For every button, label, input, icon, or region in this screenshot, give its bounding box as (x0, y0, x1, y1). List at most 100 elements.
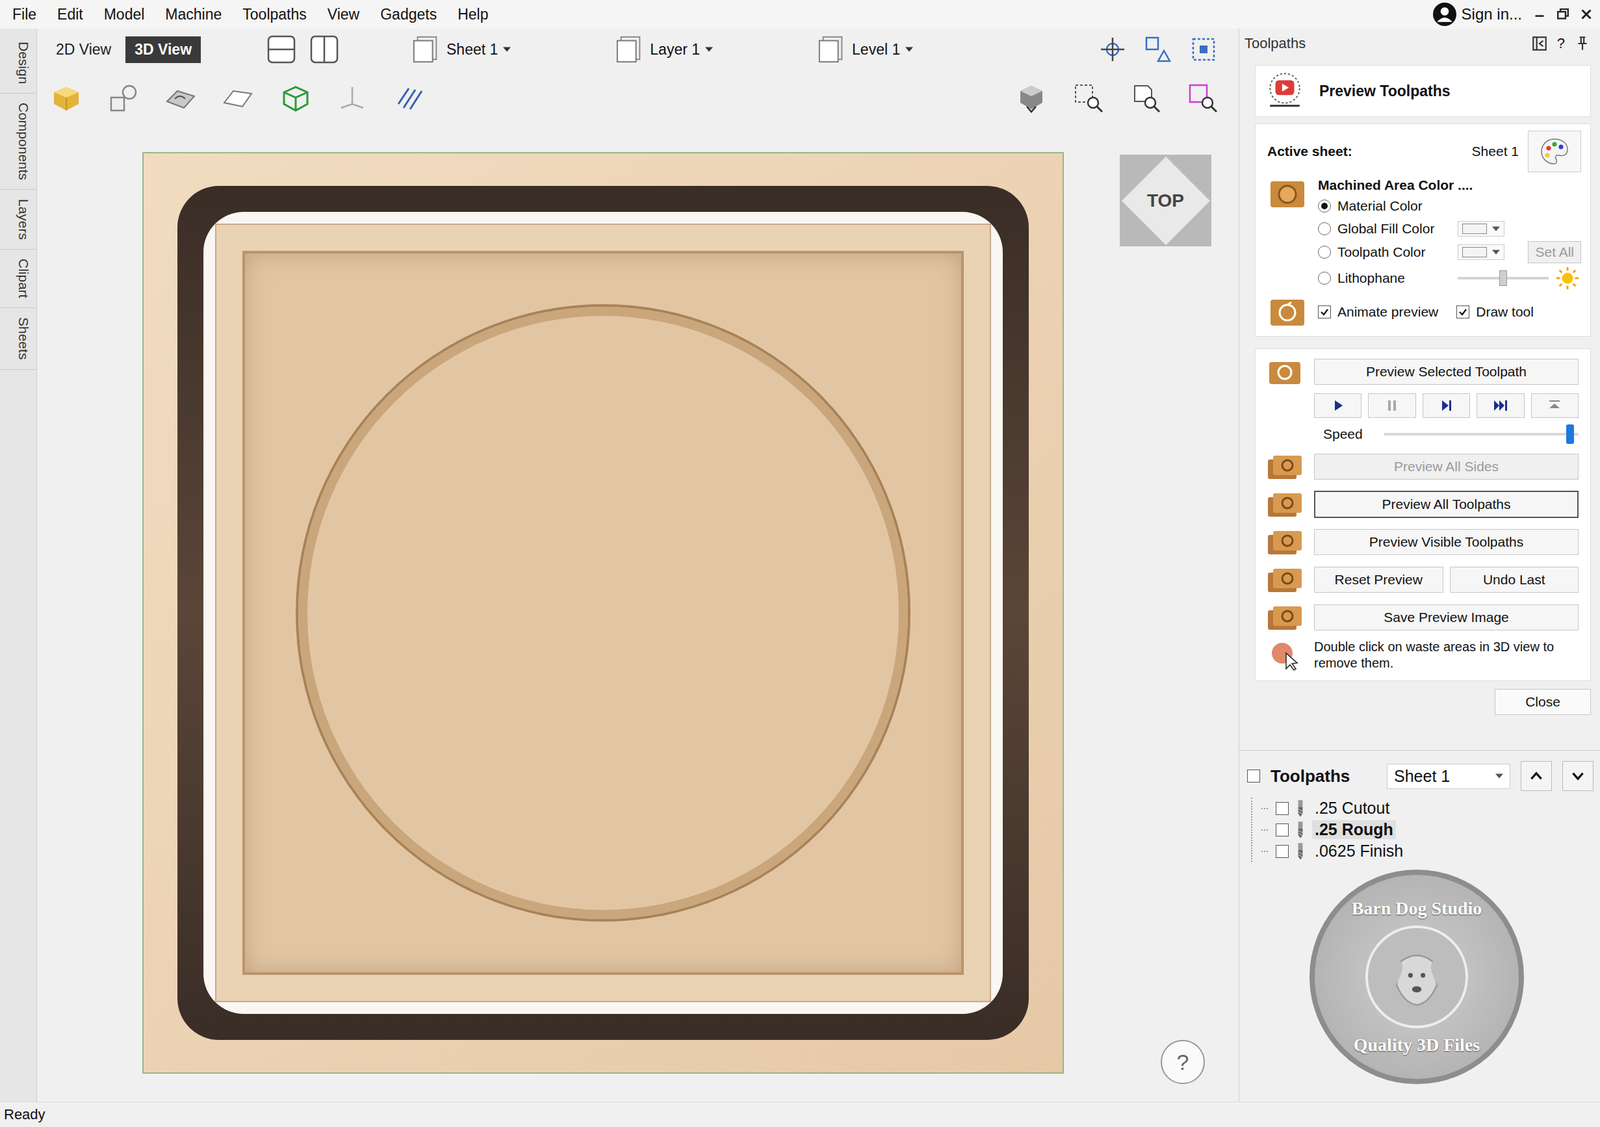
caret-icon (1492, 249, 1500, 255)
move-up-button[interactable] (1520, 761, 1552, 791)
side-tab[interactable]: Components (0, 93, 37, 190)
selector-dropdown[interactable]: Level 1 (816, 34, 914, 65)
color-option[interactable]: Material Color (1317, 195, 1582, 216)
close-button[interactable]: Close (1494, 688, 1591, 715)
restore-icon[interactable] (1554, 5, 1572, 23)
app-window: FileEditModelMachineToolpathsViewGadgets… (0, 0, 1600, 1127)
preview-selected-button[interactable]: Preview Selected Toolpath (1314, 358, 1579, 385)
zoom-box-icon[interactable] (1072, 81, 1105, 115)
preview-action-button[interactable]: Preview All Sides (1314, 453, 1579, 480)
radio-button[interactable] (1317, 271, 1331, 285)
menu-item[interactable]: Machine (156, 5, 234, 24)
help-button[interactable]: ? (1160, 1039, 1205, 1084)
menu-item[interactable]: View (319, 5, 372, 24)
playback-button[interactable] (1314, 393, 1362, 418)
carving-preview (142, 152, 1064, 1074)
lithophane-slider[interactable] (1457, 268, 1549, 288)
close-icon[interactable] (1577, 5, 1595, 23)
color-dropdown[interactable] (1457, 244, 1505, 260)
radio-button[interactable] (1317, 245, 1331, 259)
sheet-dropdown[interactable]: Sheet 1 (1386, 763, 1511, 789)
menu-item[interactable]: Toolpaths (233, 5, 319, 24)
menu-item[interactable]: Gadgets (371, 5, 450, 24)
side-tab[interactable]: Sheets (0, 308, 37, 370)
menu-item[interactable]: Help (449, 5, 501, 24)
playback-button[interactable] (1531, 393, 1579, 418)
preview-action-button[interactable]: Preview Visible Toolpaths (1314, 529, 1579, 555)
select-all-checkbox[interactable] (1247, 769, 1261, 783)
caret-icon (1492, 226, 1500, 232)
material-block-icon[interactable] (50, 81, 83, 115)
tool-bit-icon (1296, 820, 1305, 839)
wireframe-box-icon[interactable] (278, 81, 312, 115)
preview-settings-card: Active sheet:Sheet 1Machined Area Color … (1254, 123, 1591, 337)
playback-button[interactable] (1476, 393, 1524, 418)
preview-action-button[interactable]: Preview All Toolpaths (1314, 490, 1579, 518)
view-tab[interactable]: 3D View (125, 36, 201, 64)
plane-icon[interactable] (221, 81, 255, 115)
shapes-icon[interactable] (107, 81, 140, 115)
3d-canvas[interactable]: TOP? (37, 126, 1239, 1102)
sheet-icon (411, 34, 442, 65)
axis-icon[interactable] (335, 81, 369, 115)
minimize-icon[interactable] (1531, 5, 1549, 23)
preview-action-icon (1264, 525, 1305, 559)
radio-button[interactable] (1317, 222, 1331, 236)
panel-help-button[interactable]: ? (1557, 35, 1565, 52)
menu-bar: FileEditModelMachineToolpathsViewGadgets… (0, 0, 1600, 29)
caret-icon (1495, 773, 1504, 779)
color-option[interactable]: Lithophane (1317, 265, 1582, 291)
speed-slider[interactable] (1384, 423, 1579, 446)
view-cube[interactable]: TOP (1119, 154, 1212, 247)
color-dropdown[interactable] (1457, 220, 1505, 237)
sun-icon (1555, 265, 1580, 291)
side-tab[interactable]: Layers (0, 189, 37, 250)
playback-button[interactable] (1367, 393, 1416, 418)
sign-in-button[interactable]: Sign in... (1432, 2, 1523, 26)
caret-icon (503, 46, 511, 52)
toolpath-row[interactable]: .25 Cutout (1261, 797, 1594, 819)
side-tab[interactable]: Design (0, 32, 37, 94)
move-down-button[interactable] (1562, 761, 1594, 791)
view-tab[interactable]: 2D View (46, 36, 121, 64)
tick-icon (1457, 306, 1469, 318)
toolpath-checkbox[interactable] (1275, 844, 1289, 858)
preview-action-button[interactable]: Undo Last (1449, 566, 1580, 593)
selector-dropdown[interactable]: Sheet 1 (411, 34, 511, 65)
preview-action-icon (1264, 450, 1305, 483)
tool-bit-icon (1296, 799, 1305, 818)
zoom-selection-icon[interactable] (1186, 81, 1220, 115)
snap-icon[interactable] (1096, 33, 1129, 65)
toolpath-lines-icon[interactable] (393, 81, 426, 115)
menu-item[interactable]: Model (95, 5, 158, 24)
view-cube-icon[interactable] (1015, 81, 1048, 115)
palette-button[interactable] (1527, 130, 1582, 173)
menu-item[interactable]: Edit (48, 5, 96, 24)
preview-action-button[interactable]: Reset Preview (1314, 566, 1444, 593)
zoom-all-icon[interactable] (1129, 81, 1162, 115)
collapse-icon[interactable] (1531, 35, 1549, 52)
set-all-button[interactable]: Set All (1527, 241, 1582, 264)
scale-icon[interactable] (1142, 33, 1174, 65)
selector-dropdown[interactable]: Layer 1 (614, 34, 713, 65)
color-option[interactable]: Toolpath ColorSet All (1317, 241, 1582, 264)
toolpath-row[interactable]: .0625 Finish (1261, 840, 1594, 862)
radio-button[interactable] (1317, 199, 1331, 213)
preview-action-icon (1264, 601, 1305, 634)
waste-click-icon (1264, 638, 1305, 672)
toolpath-checkbox[interactable] (1275, 823, 1289, 837)
side-tab[interactable]: Clipart (0, 249, 37, 309)
split-horizontal-icon[interactable] (265, 33, 297, 65)
toolpath-row[interactable]: .25 Rough (1261, 818, 1594, 841)
preview-action-button[interactable]: Save Preview Image (1314, 604, 1579, 631)
playback-button[interactable] (1422, 393, 1471, 418)
option-checkbox[interactable]: Draw tool (1456, 304, 1534, 320)
option-checkbox[interactable]: Animate preview (1317, 304, 1439, 320)
menu-item[interactable]: File (3, 5, 49, 24)
toolpath-checkbox[interactable] (1275, 801, 1289, 815)
color-option[interactable]: Global Fill Color (1317, 218, 1582, 239)
select-box-icon[interactable] (1187, 33, 1220, 65)
split-vertical-icon[interactable] (308, 33, 340, 65)
relief-icon[interactable] (164, 81, 197, 115)
pin-icon[interactable] (1574, 35, 1591, 52)
